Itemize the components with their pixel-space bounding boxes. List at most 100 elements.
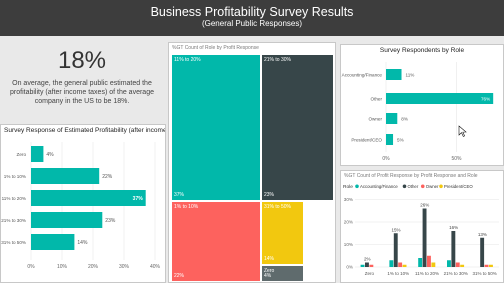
clustered-bar-chart[interactable]: %GT Count of Profit Response by Profit R… xyxy=(340,170,504,283)
bar-21-to-30-accounting-finance xyxy=(447,260,451,267)
data-label-21-to-30: 16% xyxy=(449,225,458,230)
mouse-cursor-icon xyxy=(458,125,467,137)
bar-1-to-10-other xyxy=(393,233,398,267)
bar-zero-other xyxy=(365,262,369,267)
treemap-tile-label: 11% to 20% xyxy=(174,57,201,63)
legend-marker-president-ceo xyxy=(439,184,443,189)
legend-item-other: Other xyxy=(408,184,419,189)
y-tick-label: 10% xyxy=(344,242,353,247)
legend-item-owner: Owner xyxy=(426,184,439,189)
treemap-tile-11-to-20[interactable]: 11% to 20% 37% xyxy=(171,54,261,201)
bar-31-to-50 xyxy=(31,234,75,250)
category-label-31-to-50: 31% to 50% xyxy=(1,240,26,245)
legend-item-accounting-finance: Accounting/Finance xyxy=(360,184,398,189)
legend-marker-accounting-finance xyxy=(355,184,359,189)
treemap-tile-value: 4% xyxy=(264,273,272,279)
x-tick-label: 40% xyxy=(150,264,161,270)
treemap-tile-1-to-10[interactable]: 1% to 10% 22% xyxy=(171,201,261,282)
data-label-accounting-finance: 11% xyxy=(406,73,415,78)
roles-chart-title: Survey Respondents by Role xyxy=(379,47,465,54)
x-tick-label: 10% xyxy=(57,264,68,270)
treemap-tile-value: 23% xyxy=(264,192,275,198)
treemap-tile-label: 21% to 30% xyxy=(264,57,291,63)
treemap-area: 11% to 20% 37% 21% to 30% 23% 1% to 10% 22% 31… xyxy=(171,54,334,282)
bar-21-to-30-other xyxy=(451,231,456,267)
profitability-chart-svg: 0% 10% 20% 30% 40% Zero 4% 1% to 10% 22% 11% to 2… xyxy=(1,142,161,270)
x-tick-label-1-to-10: 1% to 10% xyxy=(387,271,409,276)
bar-21-to-30 xyxy=(31,212,103,228)
data-label-zero: 4% xyxy=(46,152,54,158)
bar-1-to-10-owner xyxy=(398,262,403,267)
legend-marker-other xyxy=(402,184,407,189)
treemap-title: %GT Count of Role by Profit Response xyxy=(172,45,259,51)
treemap-panel[interactable]: %GT Count of Role by Profit Response 11%… xyxy=(168,42,336,283)
data-label-zero: 2% xyxy=(364,257,371,262)
category-label-21-to-30: 21% to 30% xyxy=(1,218,26,223)
treemap-tile-label: 1% to 10% xyxy=(174,204,199,210)
data-label-owner: 8% xyxy=(401,117,408,122)
bar-zero xyxy=(31,146,44,162)
y-tick-label: 30% xyxy=(344,197,353,202)
x-tick-label: 0% xyxy=(27,264,35,270)
report-title: Business Profitability Survey Results xyxy=(150,5,354,19)
bar-21-to-30-president-ceo xyxy=(460,264,465,267)
bar-11-to-20-owner xyxy=(427,255,431,267)
data-label-21-to-30: 23% xyxy=(105,218,116,224)
bar-1-to-10-president-ceo xyxy=(402,264,407,267)
data-label-1-to-10: 15% xyxy=(391,227,400,232)
legend-item-president-ceo: President/CEO xyxy=(444,184,473,189)
treemap-tile-31-to-50[interactable]: 31% to 50% 14% xyxy=(261,201,304,265)
data-label-31-to-50: 14% xyxy=(77,240,88,246)
category-label-other: Other xyxy=(371,97,383,102)
category-label-zero: Zero xyxy=(17,152,27,157)
x-tick-label: 50% xyxy=(452,156,463,162)
data-label-1-to-10: 22% xyxy=(102,174,113,180)
treemap-tile-label: 31% to 50% xyxy=(264,204,291,210)
roles-chart-svg: 0% 50% Accounting/Finance 11% Other 76% Owner 8… xyxy=(342,62,494,162)
bar-accounting-finance xyxy=(386,69,402,80)
category-label-11-to-20: 11% to 20% xyxy=(2,196,26,201)
legend-title: Role xyxy=(343,184,353,190)
kpi-value: 18% xyxy=(57,47,107,74)
treemap-tile-value: 22% xyxy=(174,273,185,279)
bar-11-to-20 xyxy=(31,190,146,206)
treemap-tile-21-to-30[interactable]: 21% to 30% 23% xyxy=(261,54,334,201)
category-label-owner: Owner xyxy=(368,117,382,122)
data-label-11-to-20: 26% xyxy=(420,203,429,208)
clustered-chart-svg: Role Accounting/Finance Other Owner Presiden… xyxy=(343,184,499,276)
kpi-card[interactable]: 18% On average, the general public estim… xyxy=(2,42,162,120)
profitability-chart-title: Survey Response of Estimated Profitabili… xyxy=(4,127,165,134)
data-label-other: 76% xyxy=(481,97,490,102)
bar-president-ceo xyxy=(386,134,394,145)
bar-zero-accounting-finance xyxy=(360,264,365,267)
y-tick-label: 20% xyxy=(344,220,353,225)
x-tick-label: 20% xyxy=(88,264,99,270)
roles-bar-chart[interactable]: Survey Respondents by Role 0% 50% Accounti… xyxy=(340,44,504,166)
x-tick-label-zero: Zero xyxy=(365,271,375,276)
bar-21-to-30-owner xyxy=(455,262,460,267)
x-tick-label-21-to-30: 21% to 30% xyxy=(444,271,468,276)
x-tick-label-31-to-50: 31% to 50% xyxy=(472,271,496,276)
treemap-tile-value: 14% xyxy=(264,256,275,262)
category-label-1-to-10: 1% to 10% xyxy=(4,174,26,179)
category-label-accounting-finance: Accounting/Finance xyxy=(342,73,383,78)
x-tick-label-11-to-20: 11% to 20% xyxy=(415,271,439,276)
bar-11-to-20-president-ceo xyxy=(431,262,436,267)
x-tick-label: 30% xyxy=(119,264,130,270)
bar-31-to-50-president-ceo xyxy=(489,264,493,267)
bar-other xyxy=(386,93,494,104)
bar-11-to-20-accounting-finance xyxy=(418,258,423,267)
data-label-31-to-50: 13% xyxy=(478,232,487,237)
bar-31-to-50-other xyxy=(480,237,485,267)
legend-marker-owner xyxy=(420,184,425,189)
y-tick-label: 0% xyxy=(346,265,353,270)
bar-1-to-10 xyxy=(31,168,100,184)
bar-owner xyxy=(386,113,398,124)
treemap-tile-zero[interactable]: Zero 4% xyxy=(261,265,304,282)
bar-1-to-10-accounting-finance xyxy=(389,260,394,267)
treemap-tile-value: 37% xyxy=(174,192,185,198)
clustered-chart-title: %GT Count of Profit Response by Profit R… xyxy=(344,173,478,179)
bar-zero-owner xyxy=(369,264,374,267)
category-label-president-ceo: President/CEO xyxy=(351,138,382,143)
profitability-bar-chart[interactable]: Survey Response of Estimated Profitabili… xyxy=(0,124,166,283)
